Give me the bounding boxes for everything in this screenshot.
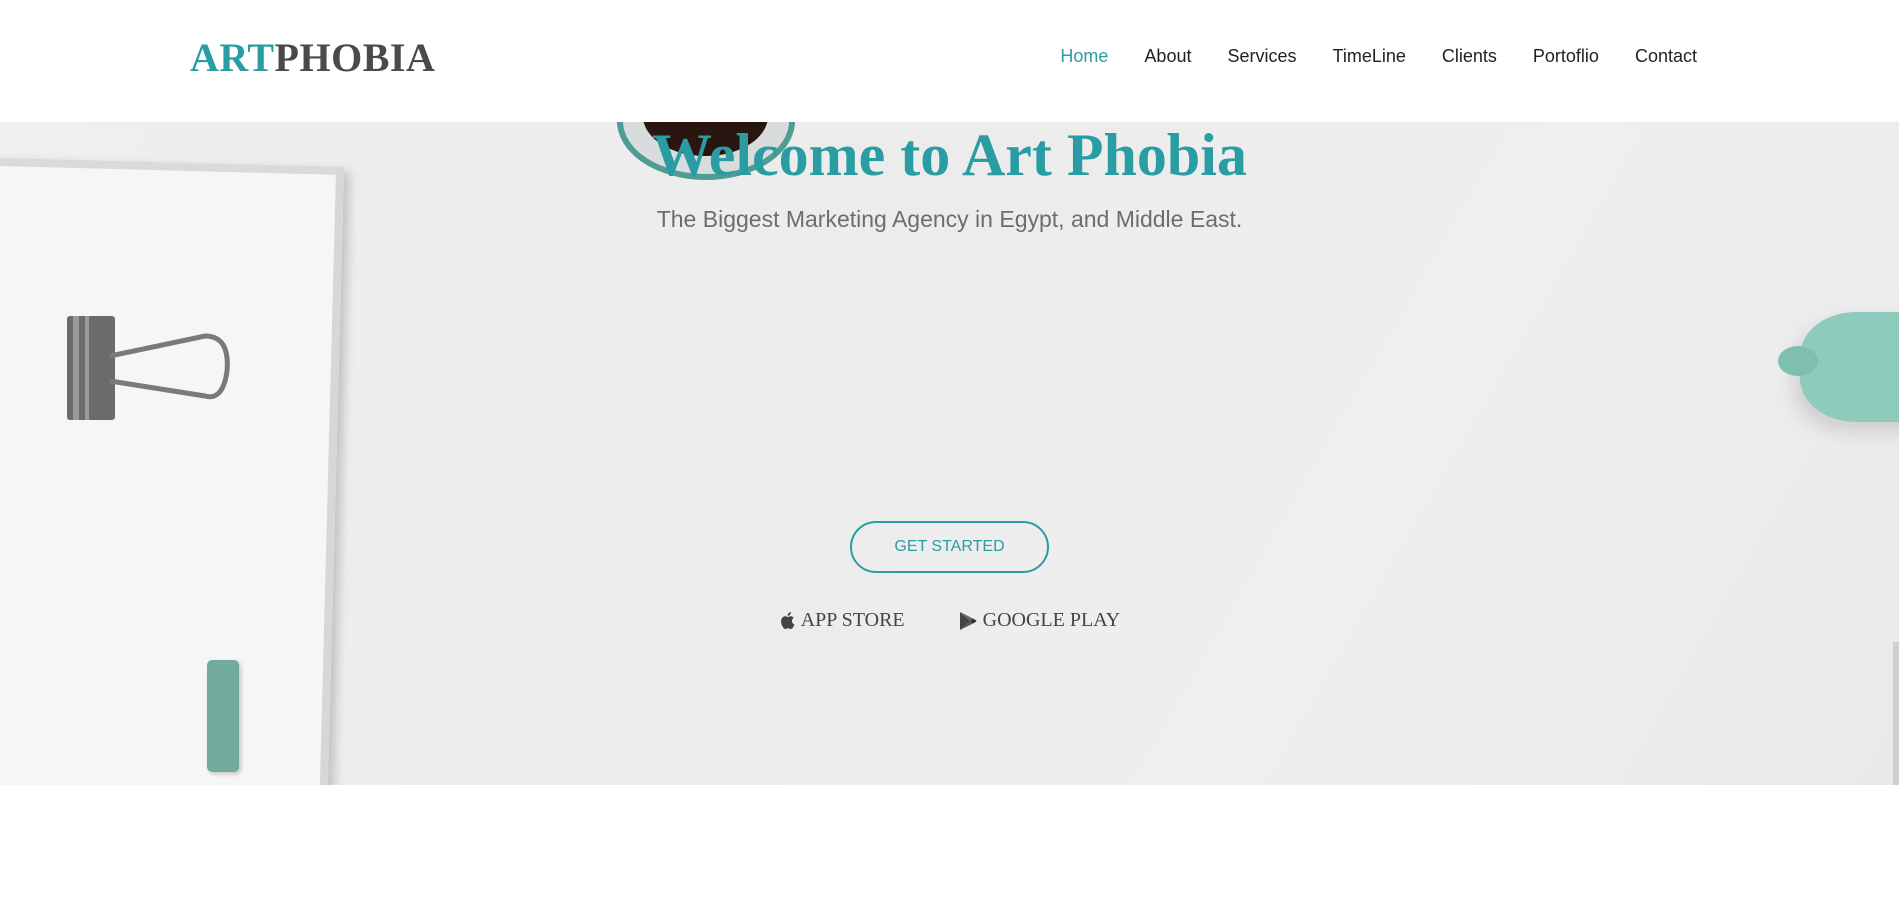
brand-logo-rest: PHOBIA — [274, 35, 436, 80]
teapot-decoration — [1778, 312, 1899, 422]
main-nav: Home About Services TimeLine Clients Por… — [1024, 46, 1697, 67]
brand-logo[interactable]: ARTPHOBIA — [190, 34, 435, 81]
paper-decoration — [0, 157, 345, 785]
app-store-link[interactable]: APP STORE — [779, 609, 905, 632]
site-header: ARTPHOBIA Home About Services TimeLine C… — [0, 0, 1899, 122]
google-play-icon — [959, 611, 977, 630]
app-store-label: APP STORE — [800, 609, 905, 631]
edge-decoration — [1893, 642, 1899, 785]
nav-item-contact[interactable]: Contact — [1635, 46, 1697, 67]
get-started-button[interactable]: GET STARTED — [850, 521, 1049, 573]
nav-item-home[interactable]: Home — [1060, 46, 1108, 67]
teapot-spout-decoration — [1778, 346, 1818, 376]
hero-subtitle: The Biggest Marketing Agency in Egypt, a… — [656, 206, 1243, 232]
brand-logo-accent: ART — [190, 35, 275, 80]
nav-item-timeline[interactable]: TimeLine — [1333, 46, 1406, 67]
nav-item-clients[interactable]: Clients — [1442, 46, 1497, 67]
eraser-decoration — [207, 660, 239, 772]
binder-clip-icon — [67, 316, 230, 420]
google-play-label: GOOGLE PLAY — [982, 609, 1121, 631]
nav-item-portfolio[interactable]: Portoflio — [1533, 46, 1599, 67]
nav-item-about[interactable]: About — [1144, 46, 1191, 67]
store-links: APP STORE GOOGLE PLAY — [0, 609, 1899, 632]
apple-icon — [780, 612, 795, 630]
nav-item-services[interactable]: Services — [1227, 46, 1296, 67]
google-play-link[interactable]: GOOGLE PLAY — [959, 609, 1121, 632]
hero-title: Welcome to Art Phobia — [652, 122, 1247, 188]
